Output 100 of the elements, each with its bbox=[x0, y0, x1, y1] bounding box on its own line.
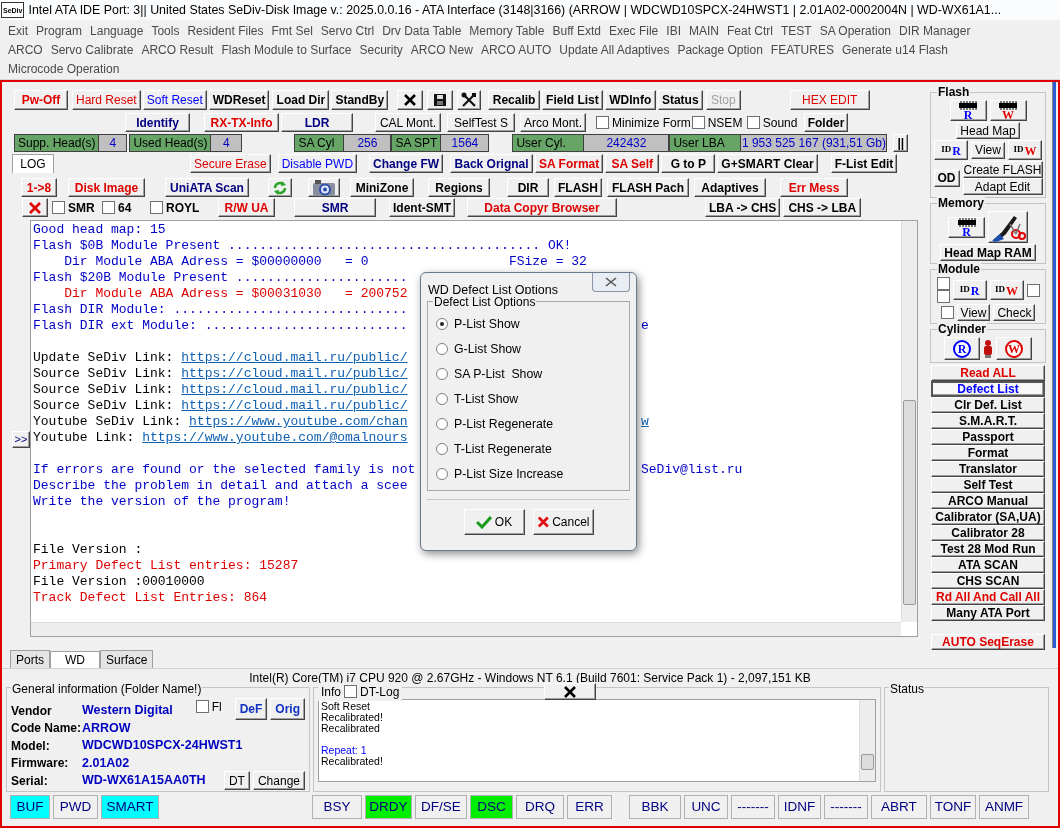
log-link[interactable]: https://www.youtube.com/chan bbox=[189, 414, 408, 429]
camera-button[interactable] bbox=[308, 178, 340, 197]
menu-item[interactable]: Tools bbox=[147, 21, 184, 40]
panel-button[interactable]: Calibrator (SA,UA) bbox=[931, 509, 1045, 525]
menu-item[interactable]: Exit bbox=[4, 21, 32, 40]
toolbar-button[interactable]: 1->8 bbox=[21, 178, 57, 197]
menu-item[interactable]: Language bbox=[86, 21, 148, 40]
toolbar-button[interactable]: Hard Reset bbox=[72, 90, 141, 110]
panel-button[interactable]: ATA SCAN bbox=[931, 557, 1045, 573]
panel-button[interactable]: Create FLASH bbox=[962, 161, 1043, 178]
toolbar-button[interactable]: Identify bbox=[125, 113, 190, 132]
panel-button[interactable]: Passport bbox=[931, 429, 1045, 445]
panel-button[interactable]: Orig bbox=[270, 697, 305, 720]
panel-button[interactable]: DT bbox=[223, 771, 250, 791]
checkbox[interactable] bbox=[940, 306, 954, 319]
radio-label[interactable]: SA P-List Show bbox=[454, 365, 543, 382]
ok-button[interactable]: OK bbox=[463, 509, 525, 535]
toolbar-button[interactable]: G+SMART Clear bbox=[717, 154, 818, 173]
save-button[interactable] bbox=[427, 90, 454, 110]
menu-item[interactable]: FEATURES bbox=[766, 40, 838, 59]
tab[interactable]: Surface bbox=[100, 650, 154, 668]
scrollbar[interactable] bbox=[901, 221, 917, 622]
menu-item[interactable]: Drv Data Table bbox=[378, 21, 466, 40]
toolbar-button[interactable]: StandBy bbox=[331, 90, 389, 110]
log-link[interactable]: w bbox=[641, 414, 649, 430]
log-tab[interactable]: LOG bbox=[12, 154, 54, 173]
cancel-button[interactable]: Cancel bbox=[532, 509, 594, 535]
log-link[interactable]: https://www.youtube.com/@omalnours bbox=[142, 430, 408, 445]
checkbox[interactable] bbox=[52, 201, 65, 214]
delete-button[interactable] bbox=[22, 198, 48, 217]
panel-button[interactable]: Calibrator 28 bbox=[931, 525, 1045, 541]
tools-button[interactable] bbox=[457, 90, 482, 110]
panel-button[interactable]: Head Map RAM bbox=[940, 244, 1036, 261]
checkbox-label[interactable]: Fl bbox=[211, 697, 222, 716]
checkbox-label[interactable]: Minimize Form bbox=[612, 113, 691, 132]
toolbar-button[interactable]: Disable PWD bbox=[277, 154, 358, 173]
menu-item[interactable]: Buff Extd bbox=[548, 21, 605, 40]
menu-item[interactable]: ARCO Result bbox=[137, 40, 218, 59]
menu-item[interactable]: Update All Adaptives bbox=[555, 40, 674, 59]
checkbox[interactable] bbox=[596, 116, 610, 129]
radio-button[interactable] bbox=[436, 442, 448, 455]
menu-item[interactable]: Security bbox=[355, 40, 407, 59]
panel-button[interactable]: CHS SCAN bbox=[931, 573, 1045, 589]
menu-item[interactable]: SA Operation bbox=[815, 21, 896, 40]
toolbar-button[interactable]: R/W UA bbox=[218, 198, 275, 217]
toolbar-button[interactable]: SA Format bbox=[535, 154, 604, 173]
toolbar-button[interactable]: Ident-SMT bbox=[389, 198, 455, 217]
panel-button[interactable]: Read ALL bbox=[931, 365, 1045, 381]
radio-button[interactable] bbox=[436, 417, 448, 430]
menu-item[interactable]: Program bbox=[32, 21, 87, 40]
menu-item[interactable]: Servo Calibrate bbox=[46, 40, 138, 59]
panel-button[interactable]: Change bbox=[252, 771, 305, 791]
toolbar-button[interactable]: Adaptives bbox=[694, 178, 766, 197]
toolbar-button[interactable]: Regions bbox=[428, 178, 490, 197]
panel-button[interactable]: ARCO Manual bbox=[931, 493, 1045, 509]
toolbar-button[interactable]: MiniZone bbox=[350, 178, 414, 197]
panel-button[interactable]: Adapt Edit bbox=[962, 178, 1043, 195]
toolbar-button[interactable]: RX-TX-Info bbox=[204, 113, 279, 132]
panel-button[interactable]: Head Map bbox=[956, 122, 1020, 139]
refresh-button[interactable] bbox=[268, 178, 292, 197]
toolbar-button[interactable]: SMR bbox=[294, 198, 376, 217]
checkbox[interactable] bbox=[102, 201, 115, 214]
toolbar-button[interactable]: FLASH Pach bbox=[607, 178, 689, 197]
radio-label[interactable]: G-List Show bbox=[454, 340, 521, 357]
panel-button[interactable]: S.M.A.R.T. bbox=[931, 413, 1045, 429]
radio-button[interactable] bbox=[436, 317, 448, 330]
toolbar-button[interactable]: CHS -> LBA bbox=[783, 198, 862, 217]
radio-button[interactable] bbox=[436, 367, 448, 380]
menu-item[interactable]: Servo Ctrl bbox=[316, 21, 379, 40]
menu-item[interactable]: Resident Files bbox=[183, 21, 268, 40]
toolbar-button[interactable]: UniATA Scan bbox=[165, 178, 249, 197]
toolbar-button[interactable]: WDInfo bbox=[604, 90, 656, 110]
panel-button[interactable]: Check bbox=[993, 304, 1036, 321]
cylinder-button[interactable]: W bbox=[996, 337, 1032, 360]
panel-button[interactable]: View bbox=[956, 304, 991, 321]
checkbox[interactable] bbox=[195, 700, 209, 714]
panel-button[interactable]: Test 28 Mod Run bbox=[931, 541, 1045, 557]
menu-item[interactable]: Exec File bbox=[604, 21, 663, 40]
panel-button[interactable]: OD bbox=[933, 169, 960, 187]
menu-item[interactable]: Package Option bbox=[673, 40, 767, 59]
toolbar-button[interactable]: Disk Image bbox=[68, 178, 145, 197]
tab[interactable]: WD bbox=[50, 651, 100, 668]
toolbar-button[interactable]: F-List Edit bbox=[830, 154, 898, 173]
radio-label[interactable]: P-List Size Increase bbox=[454, 465, 564, 482]
menu-item[interactable]: Flash Module to Surface bbox=[217, 40, 356, 59]
menu-item[interactable]: TEST bbox=[777, 21, 816, 40]
checkbox[interactable] bbox=[936, 277, 950, 290]
menu-item[interactable]: Memory Table bbox=[465, 21, 549, 40]
expand-button[interactable]: >> bbox=[12, 431, 30, 448]
radio-label[interactable]: P-List Regenerate bbox=[454, 415, 554, 432]
toolbar-button[interactable]: Status bbox=[657, 90, 703, 110]
panel-button[interactable]: Rd All And Call All bbox=[931, 589, 1045, 605]
toolbar-button[interactable]: || bbox=[893, 134, 909, 152]
tool-button[interactable] bbox=[988, 211, 1028, 243]
toolbar-button[interactable]: Pw-Off bbox=[14, 90, 68, 110]
menu-item[interactable]: Generate u14 Flash bbox=[837, 40, 952, 59]
menu-item[interactable]: ARCO New bbox=[406, 40, 477, 59]
log-link[interactable]: https://cloud.mail.ru/public/ bbox=[181, 398, 408, 413]
chip-button[interactable]: R bbox=[949, 100, 987, 121]
toolbar-button[interactable]: SA Self bbox=[605, 154, 660, 173]
